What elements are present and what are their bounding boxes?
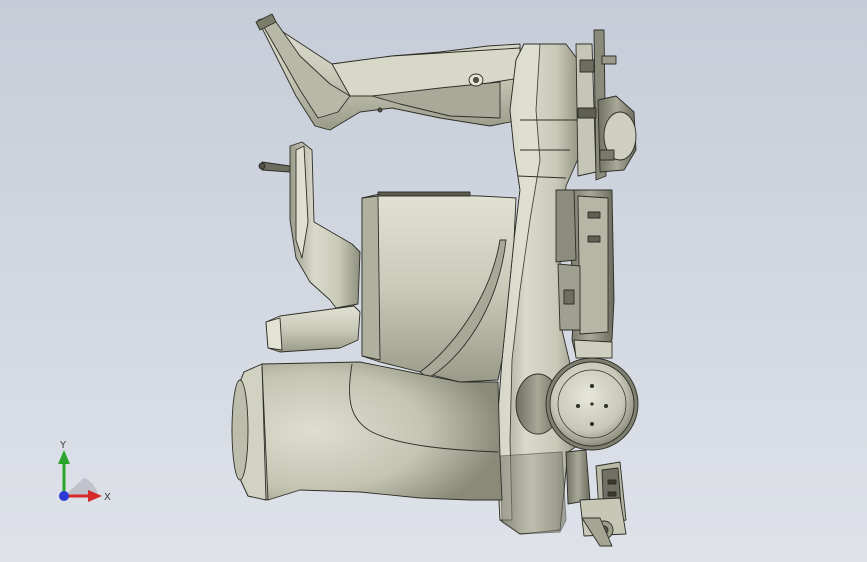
upper-right-mechanism[interactable] <box>575 29 637 181</box>
coordinate-triad-icon: Y X <box>58 440 111 503</box>
x-axis-label: X <box>104 492 111 503</box>
lower-actuator[interactable] <box>565 449 627 547</box>
z-axis-dot-icon <box>59 491 69 501</box>
right-panel[interactable] <box>555 189 615 359</box>
cad-model[interactable] <box>231 13 639 547</box>
cad-viewport[interactable] <box>0 0 867 562</box>
lower-tank[interactable] <box>231 361 503 501</box>
mid-housing[interactable] <box>361 191 517 383</box>
y-axis-arrow-icon <box>58 450 70 464</box>
left-bracket[interactable] <box>258 141 361 353</box>
y-axis-label: Y <box>59 440 67 451</box>
upper-arm[interactable] <box>255 13 521 131</box>
